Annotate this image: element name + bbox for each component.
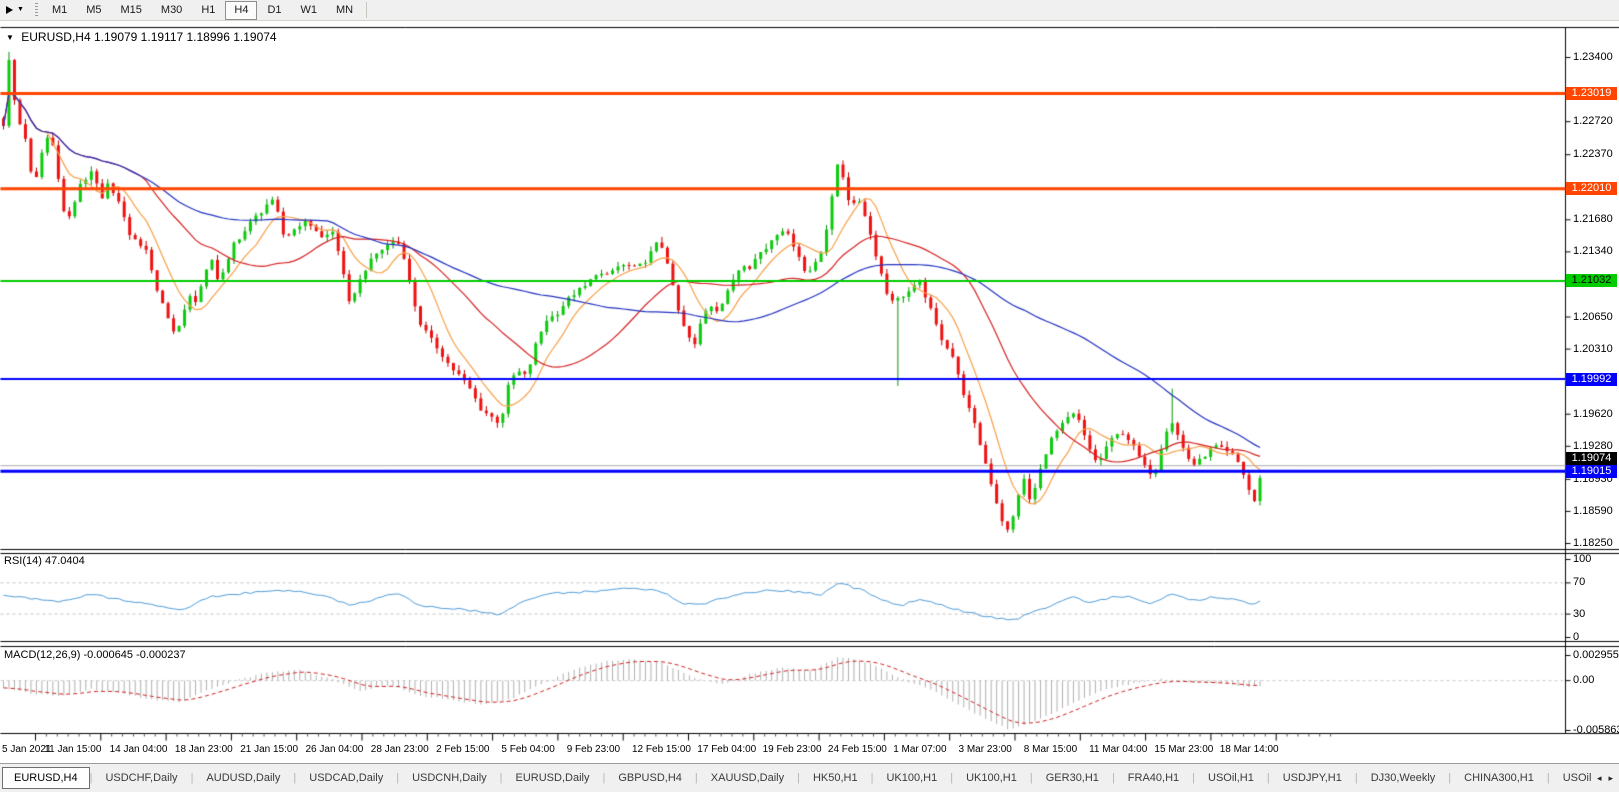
- tab-scroll-right-icon[interactable]: ▸: [1608, 773, 1613, 784]
- hline-price-label[interactable]: 1.23019: [1566, 87, 1617, 100]
- tab-usdcnh-daily[interactable]: USDCNH,Daily: [399, 767, 500, 789]
- chart-title-ohlc: 1.19079 1.19117 1.18996 1.19074: [94, 30, 277, 44]
- tab-fra40-h1[interactable]: FRA40,H1: [1115, 767, 1192, 789]
- hline-price-label[interactable]: 1.19992: [1566, 373, 1617, 386]
- time-tick-label: 12 Feb 15:00: [632, 744, 691, 755]
- tab-usdcad-daily[interactable]: USDCAD,Daily: [296, 767, 396, 789]
- tab-usdjpy-h1[interactable]: USDJPY,H1: [1270, 767, 1355, 789]
- timeframe-button-H4[interactable]: H4: [225, 1, 257, 20]
- timeframe-button-MN[interactable]: MN: [327, 1, 362, 20]
- time-tick-label: 3 Mar 23:00: [959, 744, 1012, 755]
- timeframe-button-M5[interactable]: M5: [77, 1, 110, 20]
- price-tick-label: 1.23400: [1573, 51, 1613, 63]
- tab-eurusd-h4[interactable]: EURUSD,H4: [2, 767, 90, 789]
- tab-usdchf-daily[interactable]: USDCHF,Daily: [92, 767, 190, 789]
- price-tick-label: 1.19280: [1573, 440, 1613, 452]
- timeframe-button-M30[interactable]: M30: [152, 1, 191, 20]
- tab-uk100-h1[interactable]: UK100,H1: [873, 767, 950, 789]
- tab-dj30-weekly[interactable]: DJ30,Weekly: [1358, 767, 1449, 789]
- hline-price-label[interactable]: 1.21032: [1566, 274, 1617, 287]
- price-tick-label: 1.22370: [1573, 148, 1613, 160]
- macd-tick-label: -0.005863: [1573, 724, 1619, 736]
- time-tick-label: 15 Mar 23:00: [1154, 744, 1213, 755]
- price-tick-label: 1.21340: [1573, 245, 1613, 257]
- tab-xauusd-daily[interactable]: XAUUSD,Daily: [698, 767, 797, 789]
- tab-hk50-h1[interactable]: HK50,H1: [800, 767, 871, 789]
- timeframe-button-H1[interactable]: H1: [192, 1, 224, 20]
- tab-usoil[interactable]: USOil: [1550, 767, 1591, 789]
- rsi-tick-label: 0: [1573, 631, 1579, 643]
- time-tick-label: 28 Jan 23:00: [371, 744, 429, 755]
- time-tick-label: 24 Feb 15:00: [828, 744, 887, 755]
- current-price-label: 1.19074: [1566, 452, 1617, 465]
- chart-title-symbol: EURUSD,H4: [21, 30, 90, 44]
- tab-eurusd-daily[interactable]: EURUSD,Daily: [503, 767, 603, 789]
- price-tick-label: 1.22720: [1573, 115, 1613, 127]
- rsi-label: RSI(14) 47.0404: [4, 555, 85, 567]
- symbol-marker-icon[interactable]: ▼: [6, 33, 14, 42]
- macd-label: MACD(12,26,9) -0.000645 -0.000237: [4, 649, 186, 661]
- time-tick-label: 17 Feb 04:00: [697, 744, 756, 755]
- time-tick-label: 11 Jan 15:00: [44, 744, 101, 755]
- chart-tab-bar: EURUSD,H4|USDCHF,Daily|AUDUSD,Daily|USDC…: [0, 763, 1619, 792]
- macd-tick-label: 0.002955: [1573, 649, 1619, 661]
- timeframe-toolbar: M1M5M15M30H1H4D1W1MN: [43, 1, 362, 20]
- tab-scroll-controls: ◂ ▸: [1591, 773, 1619, 784]
- rsi-tick-label: 100: [1573, 553, 1591, 565]
- rsi-tick-label: 70: [1573, 576, 1585, 588]
- toolbar-separator: [366, 2, 367, 18]
- price-tick-label: 1.21680: [1573, 213, 1613, 225]
- hline-price-label[interactable]: 1.19015: [1566, 465, 1617, 478]
- time-tick-label: 8 Mar 15:00: [1024, 744, 1077, 755]
- hline-price-label[interactable]: 1.22010: [1566, 182, 1617, 195]
- tab-uk100-h1[interactable]: UK100,H1: [953, 767, 1030, 789]
- chart-tool-cluster: ▼: [0, 5, 30, 15]
- top-toolbar: ▼ M1M5M15M30H1H4D1W1MN: [0, 0, 1619, 21]
- tab-usoil-h1[interactable]: USOil,H1: [1195, 767, 1267, 789]
- time-tick-label: 14 Jan 04:00: [110, 744, 168, 755]
- rsi-tick-label: 30: [1573, 608, 1585, 620]
- timeframe-button-W1[interactable]: W1: [292, 1, 327, 20]
- chart-canvas[interactable]: [0, 26, 1619, 760]
- tab-scroll-left-icon[interactable]: ◂: [1597, 773, 1602, 784]
- time-tick-label: 9 Feb 23:00: [567, 744, 620, 755]
- timeframe-button-M15[interactable]: M15: [112, 1, 151, 20]
- price-tick-label: 1.20310: [1573, 343, 1613, 355]
- chart-tabs: EURUSD,H4|USDCHF,Daily|AUDUSD,Daily|USDC…: [0, 764, 1591, 792]
- timeframe-button-M1[interactable]: M1: [43, 1, 76, 20]
- time-tick-label: 11 Mar 04:00: [1089, 744, 1147, 755]
- time-tick-label: 26 Jan 04:00: [306, 744, 364, 755]
- time-tick-label: 18 Jan 23:00: [175, 744, 233, 755]
- time-tick-label: 21 Jan 15:00: [240, 744, 298, 755]
- chart-tool-icon[interactable]: [6, 6, 13, 14]
- time-tick-label: 2 Feb 15:00: [436, 744, 489, 755]
- tab-audusd-daily[interactable]: AUDUSD,Daily: [193, 767, 293, 789]
- tab-ger30-h1[interactable]: GER30,H1: [1033, 767, 1112, 789]
- tab-china300-h1[interactable]: CHINA300,H1: [1451, 767, 1547, 789]
- price-tick-label: 1.18250: [1573, 537, 1613, 549]
- price-tick-label: 1.19620: [1573, 408, 1613, 420]
- macd-tick-label: 0.00: [1573, 674, 1594, 686]
- chart-title: ▼ EURUSD,H4 1.19079 1.19117 1.18996 1.19…: [6, 30, 277, 44]
- time-tick-label: 1 Mar 07:00: [893, 744, 946, 755]
- dropdown-caret-icon[interactable]: ▼: [17, 5, 24, 15]
- time-tick-label: 19 Feb 23:00: [763, 744, 822, 755]
- price-tick-label: 1.20650: [1573, 311, 1613, 323]
- price-tick-label: 1.18590: [1573, 505, 1613, 517]
- timeframe-button-D1[interactable]: D1: [258, 1, 290, 20]
- time-tick-label: 18 Mar 14:00: [1220, 744, 1279, 755]
- tab-gbpusd-h4[interactable]: GBPUSD,H4: [605, 767, 695, 789]
- toolbar-grip[interactable]: [35, 3, 38, 17]
- time-tick-label: 5 Feb 04:00: [501, 744, 554, 755]
